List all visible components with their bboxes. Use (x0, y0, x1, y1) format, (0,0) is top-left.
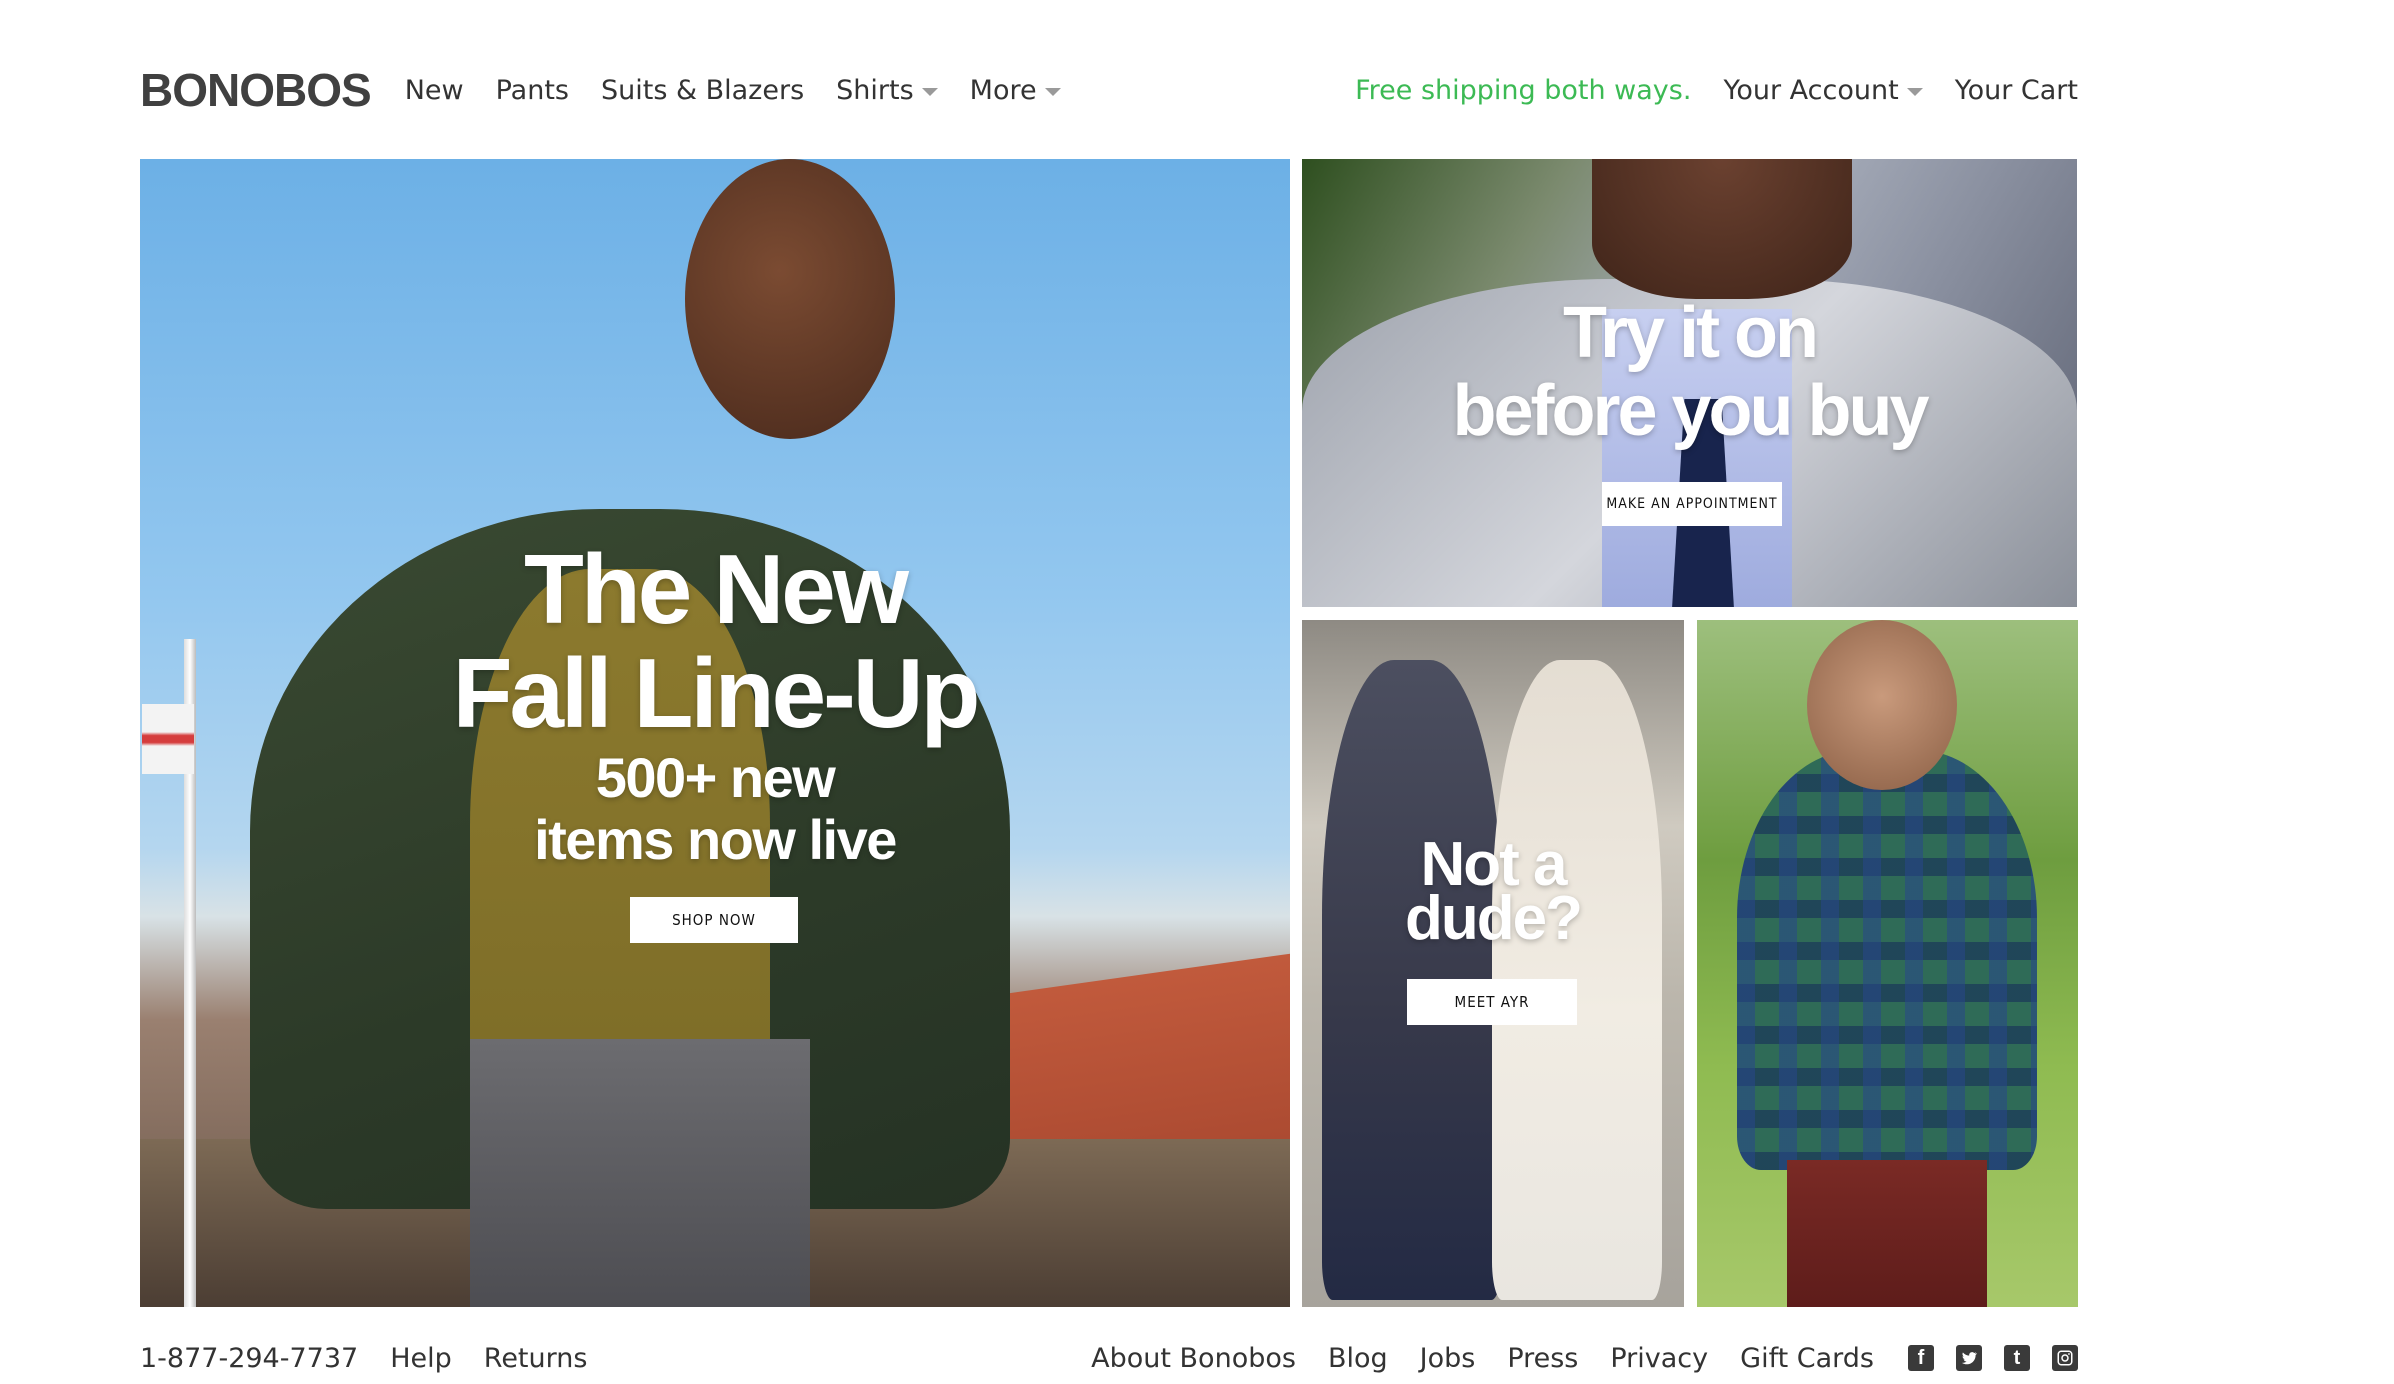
meet-ayr-button[interactable]: MEET AYR (1407, 979, 1577, 1025)
hero-fall-lineup-tile[interactable]: The New Fall Line-Up 500+ new items now … (140, 159, 1290, 1307)
main-nav: New Pants Suits & Blazers Shirts More (405, 75, 1061, 106)
site-footer: 1-877-294-7737 Help Returns About Bonobo… (140, 1338, 2078, 1378)
footer-right-links: About Bonobos Blog Jobs Press Privacy Gi… (1091, 1343, 2078, 1374)
model-pants (470, 1039, 810, 1307)
title-line: before you buy (1452, 371, 1929, 451)
returns-link[interactable]: Returns (484, 1343, 588, 1374)
footer-left-links: 1-877-294-7737 Help Returns (140, 1343, 587, 1374)
shop-now-button[interactable]: SHOP NOW (630, 897, 798, 943)
facebook-icon[interactable]: f (1908, 1345, 1934, 1371)
tumblr-icon[interactable]: t (2004, 1345, 2030, 1371)
hero-subtitle-line: 500+ new (595, 746, 836, 809)
nav-label: More (969, 74, 1037, 106)
social-links: f t (1908, 1345, 2078, 1371)
hero-title-line: Fall Line-Up (452, 638, 981, 748)
about-bonobos-link[interactable]: About Bonobos (1091, 1343, 1296, 1374)
hero-subtitle: 500+ new items now live (140, 747, 1290, 871)
hero-title: The New Fall Line-Up (140, 537, 1290, 745)
chevron-down-icon (1044, 88, 1061, 96)
nav-label: Shirts (836, 74, 914, 106)
free-shipping-promo[interactable]: Free shipping both ways. (1355, 75, 1691, 106)
nav-item-suits-blazers[interactable]: Suits & Blazers (601, 75, 804, 106)
header-utility: Free shipping both ways. Your Account Yo… (1355, 75, 2078, 106)
meet-ayr-tile[interactable]: Not a dude? MEET AYR (1302, 620, 1684, 1307)
press-link[interactable]: Press (1507, 1343, 1578, 1374)
your-account-menu[interactable]: Your Account (1723, 74, 1923, 106)
try-it-on-title: Try it on before you buy (1302, 294, 2077, 450)
plaid-shirt-tile[interactable] (1697, 620, 2078, 1307)
model-head (685, 159, 895, 439)
hero-title-line: The New (524, 534, 909, 644)
model-head (1807, 620, 1957, 790)
twitter-icon[interactable] (1956, 1345, 1982, 1371)
instagram-icon[interactable] (2052, 1345, 2078, 1371)
nav-label: Pants (495, 74, 569, 106)
plaid-shirt (1737, 750, 2037, 1170)
cart-label: Your Cart (1954, 74, 2078, 106)
nav-label: Suits & Blazers (600, 74, 805, 106)
privacy-link[interactable]: Privacy (1610, 1343, 1708, 1374)
your-cart-link[interactable]: Your Cart (1955, 75, 2078, 106)
nav-item-more[interactable]: More (970, 75, 1061, 106)
title-line: Try it on (1562, 293, 1819, 373)
not-a-dude-title: Not a dude? (1302, 834, 1684, 953)
nav-item-new[interactable]: New (405, 75, 464, 106)
make-appointment-button[interactable]: MAKE AN APPOINTMENT (1602, 482, 1782, 526)
gift-cards-link[interactable]: Gift Cards (1740, 1343, 1874, 1374)
jobs-link[interactable]: Jobs (1420, 1343, 1476, 1374)
try-it-on-tile[interactable]: Try it on before you buy MAKE AN APPOINT… (1302, 159, 2077, 607)
account-label: Your Account (1723, 74, 1899, 106)
site-header: BONOBOS New Pants Suits & Blazers Shirts… (140, 52, 2078, 128)
phone-number[interactable]: 1-877-294-7737 (140, 1343, 358, 1374)
chevron-down-icon (1906, 88, 1923, 96)
title-line: dude? (1405, 884, 1583, 953)
hero-subtitle-line: items now live (534, 808, 897, 871)
nav-label: New (404, 74, 464, 106)
chevron-down-icon (921, 88, 938, 96)
blog-link[interactable]: Blog (1328, 1343, 1388, 1374)
help-link[interactable]: Help (390, 1343, 452, 1374)
model-neck (1592, 159, 1852, 299)
nav-item-pants[interactable]: Pants (496, 75, 569, 106)
burgundy-pants (1787, 1160, 1987, 1307)
bonobos-logo[interactable]: BONOBOS (140, 67, 372, 113)
nav-item-shirts[interactable]: Shirts (836, 75, 938, 106)
